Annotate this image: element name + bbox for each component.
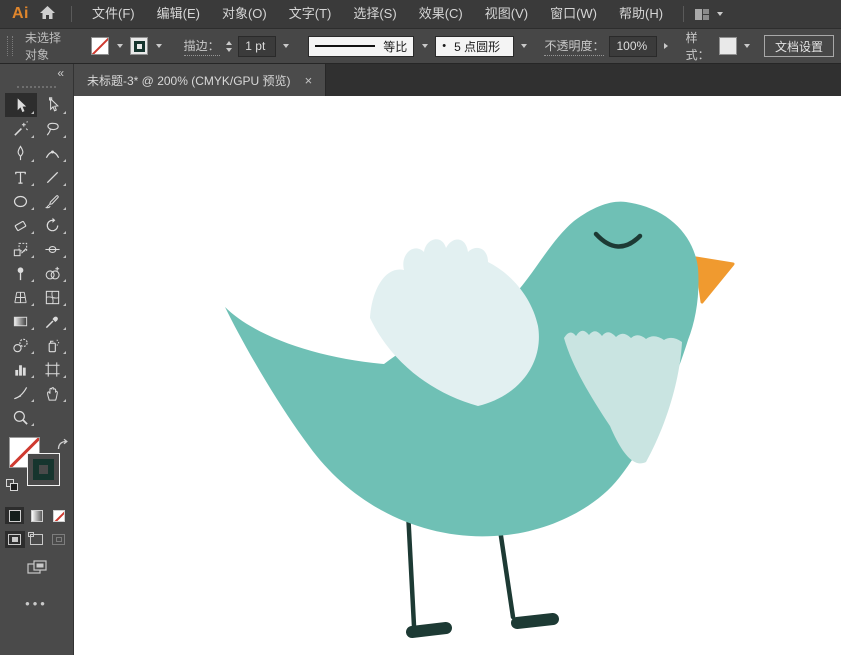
draw-behind-button[interactable] (27, 531, 47, 548)
fill-color-swatch[interactable] (91, 37, 110, 55)
style-swatch[interactable] (718, 37, 737, 55)
brush-preview-dot: • (442, 40, 447, 52)
rotate-tool[interactable] (37, 213, 69, 237)
document-tab-bar: 未标题-3* @ 200% (CMYK/GPU 预览) × (74, 64, 841, 96)
document-tab[interactable]: 未标题-3* @ 200% (CMYK/GPU 预览) × (74, 64, 327, 96)
app-logo: Ai (12, 5, 29, 22)
menu-bar: Ai 文件(F) 编辑(E) 对象(O) 文字(T) 选择(S) 效果(C) 视图(V) 窗口… (0, 0, 841, 28)
home-button[interactable] (39, 5, 56, 23)
gradient-button[interactable] (27, 507, 46, 524)
stroke-swatch[interactable] (27, 453, 60, 486)
divider (683, 6, 685, 22)
menu-item-5[interactable]: 选择(S) (342, 0, 407, 28)
swap-fill-stroke-icon[interactable] (56, 438, 69, 456)
scale-tool[interactable] (5, 237, 37, 261)
collapse-panel-icon[interactable]: « (0, 64, 73, 79)
edit-toolbar-icon[interactable]: ••• (0, 596, 73, 611)
main-menu: 文件(F) 编辑(E) 对象(O) 文字(T) 选择(S) 效果(C) 视图(V) 窗口(W)… (81, 0, 674, 28)
chevron-right-icon[interactable] (662, 43, 671, 49)
draw-inside-button[interactable] (49, 531, 69, 548)
style-label: 样式： (685, 31, 710, 62)
divider (71, 6, 72, 22)
puppet-warp-tool[interactable] (5, 261, 37, 285)
stroke-weight-value[interactable]: 1 pt (238, 35, 276, 57)
chevron-down-icon[interactable] (114, 37, 125, 55)
blend-tool[interactable] (5, 333, 37, 357)
slice-tool[interactable] (5, 381, 37, 405)
lasso-tool[interactable] (37, 117, 69, 141)
chevron-down-icon[interactable] (281, 37, 292, 55)
symbol-sprayer-tool[interactable] (37, 333, 69, 357)
zoom-tool[interactable] (5, 405, 37, 429)
artboard-canvas[interactable] (74, 96, 841, 655)
bird-beak (694, 256, 735, 304)
selection-status: 未选择对象 (24, 31, 61, 62)
menu-item-4[interactable]: 文字(T) (278, 0, 343, 28)
screen-mode-button[interactable] (0, 560, 73, 580)
workspace-switcher-icon[interactable] (695, 8, 710, 20)
direct-selection-tool[interactable] (37, 93, 69, 117)
shape-builder-tool[interactable] (37, 261, 69, 285)
column-graph-tool[interactable] (5, 357, 37, 381)
document-tab-title: 未标题-3* @ 200% (CMYK/GPU 预览) (87, 73, 291, 88)
eyedropper-tool[interactable] (37, 309, 69, 333)
brush-definition-dropdown[interactable]: • 5 点圆形 (435, 35, 514, 57)
none-button[interactable] (49, 507, 68, 524)
menu-item-3[interactable]: 对象(O) (211, 0, 278, 28)
eraser-tool[interactable] (5, 213, 37, 237)
ellipse-tool[interactable] (5, 189, 37, 213)
control-bar: 未选择对象 描边： 1 pt 等比 • 5 点圆形 不透明度： 100% 样式：… (0, 28, 841, 64)
panel-grip[interactable] (17, 86, 56, 88)
stroke-profile-preview (315, 45, 376, 47)
menu-item-6[interactable]: 效果(C) (408, 0, 474, 28)
stroke-panel-link[interactable]: 描边： (183, 37, 220, 56)
bird-illustration (225, 201, 735, 638)
draw-normal-button[interactable] (4, 531, 25, 548)
hand-tool[interactable] (37, 381, 69, 405)
color-button[interactable] (5, 507, 24, 524)
chevron-down-icon[interactable] (153, 37, 164, 55)
width-tool[interactable] (37, 237, 69, 261)
selection-tool[interactable] (4, 93, 37, 117)
tools-panel: « ••• (0, 64, 74, 655)
menu-item-7[interactable]: 视图(V) (474, 0, 539, 28)
chevron-down-icon[interactable] (519, 37, 530, 55)
screen-mode-icon (26, 560, 47, 580)
perspective-grid-tool[interactable] (5, 285, 37, 309)
menu-item-8[interactable]: 窗口(W) (539, 0, 608, 28)
tool-grid (0, 93, 73, 429)
type-tool[interactable] (5, 165, 37, 189)
close-tab-icon[interactable]: × (305, 74, 313, 87)
mesh-tool[interactable] (37, 285, 69, 309)
stroke-color-swatch[interactable] (130, 37, 149, 55)
opacity-panel-link[interactable]: 不透明度： (544, 37, 605, 56)
chevron-down-icon[interactable] (713, 5, 727, 23)
gradient-tool[interactable] (5, 309, 37, 333)
drawing-mode-buttons (0, 531, 73, 548)
line-segment-tool[interactable] (37, 165, 69, 189)
opacity-value[interactable]: 100% (609, 35, 657, 57)
home-icon (39, 5, 56, 23)
document-setup-button[interactable]: 文档设置 (764, 35, 835, 57)
default-fill-stroke-icon[interactable] (6, 479, 18, 491)
artboard-tool[interactable] (37, 357, 69, 381)
menu-item-2[interactable]: 编辑(E) (146, 0, 211, 28)
menu-item-1[interactable]: 文件(F) (81, 0, 146, 28)
curvature-tool[interactable] (37, 141, 69, 165)
color-type-buttons (0, 507, 73, 524)
magic-wand-tool[interactable] (5, 117, 37, 141)
width-profile-dropdown[interactable]: 等比 (308, 35, 415, 57)
chevron-down-icon[interactable] (419, 37, 430, 55)
stroke-weight-stepper[interactable] (225, 40, 234, 52)
pen-tool[interactable] (5, 141, 37, 165)
paintbrush-tool[interactable] (37, 189, 69, 213)
panel-grip[interactable] (7, 36, 13, 56)
fill-stroke-indicator (0, 437, 73, 499)
menu-item-9[interactable]: 帮助(H) (608, 0, 674, 28)
chevron-down-icon[interactable] (742, 37, 753, 55)
